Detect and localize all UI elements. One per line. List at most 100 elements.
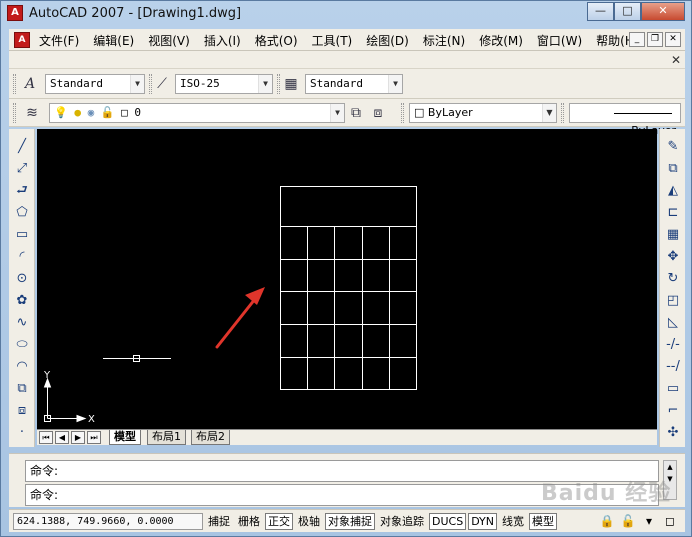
move-icon[interactable]: ✥ bbox=[663, 247, 683, 267]
window-controls: — □ ✕ bbox=[587, 2, 685, 21]
dim-style-select[interactable]: ISO-25 ▼ bbox=[175, 74, 273, 94]
status-toggle-6[interactable]: DUCS bbox=[429, 513, 467, 530]
toolbar-lock-icon[interactable]: 🔓 bbox=[619, 513, 637, 530]
menu-item-8[interactable]: 修改(M) bbox=[479, 32, 523, 49]
ucs-y-label: Y bbox=[43, 370, 51, 381]
polyline-icon[interactable]: ⮐ bbox=[12, 181, 32, 201]
menu-item-4[interactable]: 格式(O) bbox=[255, 32, 298, 49]
toolbar-separator bbox=[401, 103, 404, 123]
layer-previous-icon[interactable]: ⧈ bbox=[369, 104, 387, 122]
stretch-icon[interactable]: ◺ bbox=[663, 313, 683, 333]
extend-icon[interactable]: --/ bbox=[663, 357, 683, 377]
erase-icon[interactable]: ✎ bbox=[663, 137, 683, 157]
doc-minimize-button[interactable]: _ bbox=[629, 32, 645, 47]
layer-manager-icon[interactable]: ≋ bbox=[23, 104, 41, 122]
chamfer-icon[interactable]: ⌐ bbox=[663, 401, 683, 421]
menu-item-7[interactable]: 标注(N) bbox=[423, 32, 465, 49]
communication-center-icon[interactable]: 🔒 bbox=[598, 513, 616, 530]
make-object-layer-current-icon[interactable]: ⧉ bbox=[347, 104, 365, 122]
status-toggle-3[interactable]: 极轴 bbox=[295, 513, 323, 530]
toolbar-grip[interactable] bbox=[13, 74, 16, 94]
next-tab-icon[interactable]: ▶ bbox=[71, 431, 85, 444]
chevron-down-icon[interactable]: ▼ bbox=[130, 75, 144, 93]
text-style-icon[interactable]: A bbox=[21, 75, 39, 93]
revision-cloud-icon[interactable]: ✿ bbox=[12, 291, 32, 311]
explode-icon[interactable]: ✣ bbox=[663, 423, 683, 443]
table-style-value: Standard bbox=[310, 77, 363, 90]
close-toolbar-icon[interactable]: ✕ bbox=[671, 53, 681, 67]
line-icon[interactable]: ╱ bbox=[12, 137, 32, 157]
draw-toolbar: ╱ ⤢ ⮐ ⬠ ▭ ◜ ⊙ ✿ ∿ ⬭ ◠ ⧉ ⧈ · bbox=[9, 129, 35, 447]
chevron-down-icon[interactable]: ▼ bbox=[388, 75, 402, 93]
status-toggle-8[interactable]: 线宽 bbox=[499, 513, 527, 530]
tab-layout2[interactable]: 布局2 bbox=[191, 430, 230, 445]
array-icon[interactable]: ▦ bbox=[663, 225, 683, 245]
status-toggle-7[interactable]: DYN bbox=[468, 513, 498, 530]
menu-item-9[interactable]: 窗口(W) bbox=[537, 32, 582, 49]
ellipse-icon[interactable]: ⬭ bbox=[12, 335, 32, 355]
toolbar-grip[interactable] bbox=[13, 103, 16, 123]
status-toggle-0[interactable]: 捕捉 bbox=[205, 513, 233, 530]
chevron-down-icon[interactable]: ▼ bbox=[542, 104, 556, 122]
chevron-down-icon[interactable]: ▼ bbox=[330, 104, 344, 122]
ellipse-arc-icon[interactable]: ◠ bbox=[12, 357, 32, 377]
document-window-controls: _ ❐ ✕ bbox=[627, 32, 681, 47]
minimize-button[interactable]: — bbox=[587, 2, 614, 21]
last-tab-icon[interactable]: ⏭ bbox=[87, 431, 101, 444]
autocad-app-icon[interactable]: A bbox=[7, 5, 23, 21]
layer-select[interactable]: 💡 ● ◉ 🔓 □ 0 ▼ bbox=[49, 103, 345, 123]
trim-icon[interactable]: -/- bbox=[663, 335, 683, 355]
circle-icon[interactable]: ⊙ bbox=[12, 269, 32, 289]
polygon-icon[interactable]: ⬠ bbox=[12, 203, 32, 223]
point-icon[interactable]: · bbox=[12, 423, 32, 443]
construction-line-icon[interactable]: ⤢ bbox=[12, 159, 32, 179]
chevron-down-icon[interactable]: ▼ bbox=[258, 75, 272, 93]
drawing-svg: Y X bbox=[43, 186, 417, 425]
linetype-sample bbox=[614, 112, 672, 114]
make-block-icon[interactable]: ⧈ bbox=[12, 401, 32, 421]
table-style-icon[interactable]: ▦ bbox=[282, 75, 300, 93]
coordinate-readout[interactable]: 624.1388, 749.9660, 0.0000 bbox=[13, 513, 203, 530]
first-tab-icon[interactable]: ⏮ bbox=[39, 431, 53, 444]
arc-icon[interactable]: ◜ bbox=[12, 247, 32, 267]
status-toggle-4[interactable]: 对象捕捉 bbox=[325, 513, 375, 530]
copy-icon[interactable]: ⧉ bbox=[663, 159, 683, 179]
menu-item-6[interactable]: 绘图(D) bbox=[366, 32, 409, 49]
scale-icon[interactable]: ◰ bbox=[663, 291, 683, 311]
drawing-canvas[interactable]: Y X bbox=[37, 129, 657, 429]
status-tray: 🔒 🔓 ▾ ◻ bbox=[595, 513, 679, 530]
spline-icon[interactable]: ∿ bbox=[12, 313, 32, 333]
status-toggle-1[interactable]: 栅格 bbox=[235, 513, 263, 530]
status-menu-arrow-icon[interactable]: ▾ bbox=[640, 513, 658, 530]
rotate-icon[interactable]: ↻ bbox=[663, 269, 683, 289]
table-style-select[interactable]: Standard ▼ bbox=[305, 74, 403, 94]
insert-block-icon[interactable]: ⧉ bbox=[12, 379, 32, 399]
rectangle-icon[interactable]: ▭ bbox=[12, 225, 32, 245]
menu-item-1[interactable]: 编辑(E) bbox=[93, 32, 134, 49]
tab-model[interactable]: 模型 bbox=[109, 430, 141, 445]
menu-item-3[interactable]: 插入(I) bbox=[204, 32, 241, 49]
offset-icon[interactable]: ⊏ bbox=[663, 203, 683, 223]
maximize-button[interactable]: □ bbox=[614, 2, 641, 21]
clean-screen-icon[interactable]: ◻ bbox=[661, 513, 679, 530]
status-toggle-2[interactable]: 正交 bbox=[265, 513, 293, 530]
linetype-select[interactable]: ByLayer bbox=[569, 103, 681, 137]
current-layer-value: 0 bbox=[134, 106, 142, 119]
prev-tab-icon[interactable]: ◀ bbox=[55, 431, 69, 444]
menu-item-5[interactable]: 工具(T) bbox=[312, 32, 353, 49]
break-icon[interactable]: ▭ bbox=[663, 379, 683, 399]
document-icon[interactable]: A bbox=[14, 32, 30, 48]
autocad-window: A AutoCAD 2007 - [Drawing1.dwg] — □ ✕ A … bbox=[0, 0, 692, 537]
tab-layout1[interactable]: 布局1 bbox=[147, 430, 186, 445]
status-toggle-9[interactable]: 模型 bbox=[529, 513, 558, 530]
color-select[interactable]: □ ByLayer ▼ bbox=[409, 103, 557, 123]
doc-restore-button[interactable]: ❐ bbox=[647, 32, 663, 47]
menu-item-0[interactable]: 文件(F) bbox=[39, 32, 79, 49]
text-style-select[interactable]: Standard ▼ bbox=[45, 74, 145, 94]
dim-style-icon[interactable]: ⟋ bbox=[153, 75, 171, 93]
menu-item-2[interactable]: 视图(V) bbox=[148, 32, 190, 49]
close-button[interactable]: ✕ bbox=[641, 2, 685, 21]
doc-close-button[interactable]: ✕ bbox=[665, 32, 681, 47]
status-toggle-5[interactable]: 对象追踪 bbox=[377, 513, 427, 530]
mirror-icon[interactable]: ◭ bbox=[663, 181, 683, 201]
